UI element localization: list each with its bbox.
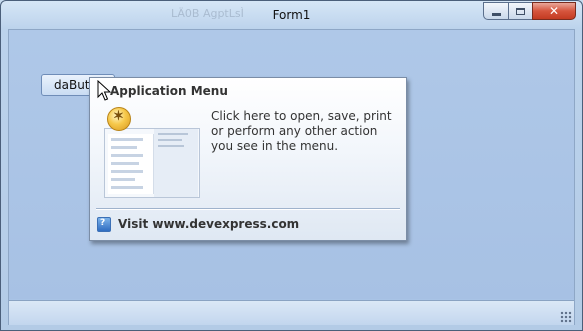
tooltip-separator [96,208,400,210]
help-icon: ? [97,217,111,232]
super-tooltip: Application Menu ✶ Click here to open, s… [89,77,407,241]
tooltip-body-text: Click here to open, save, print or perfo… [211,109,392,153]
tooltip-title: Application Menu [110,84,228,98]
minimize-button[interactable] [483,2,509,20]
status-bar [9,300,574,325]
close-icon: ✕ [548,4,560,18]
tooltip-footer-link: Visit www.devexpress.com [118,217,300,231]
title-bar[interactable]: LÄ0B AgptLsÌ Form1 ✕ [1,1,582,29]
mouse-pointer-icon [97,80,111,101]
orb-logo: ✶ [113,109,124,124]
resize-grip-icon[interactable] [560,311,572,323]
application-menu-preview-image [104,128,200,198]
maximize-button[interactable] [508,2,533,20]
maximize-icon [516,7,525,15]
minimize-icon [491,12,501,16]
close-button[interactable]: ✕ [532,2,576,20]
